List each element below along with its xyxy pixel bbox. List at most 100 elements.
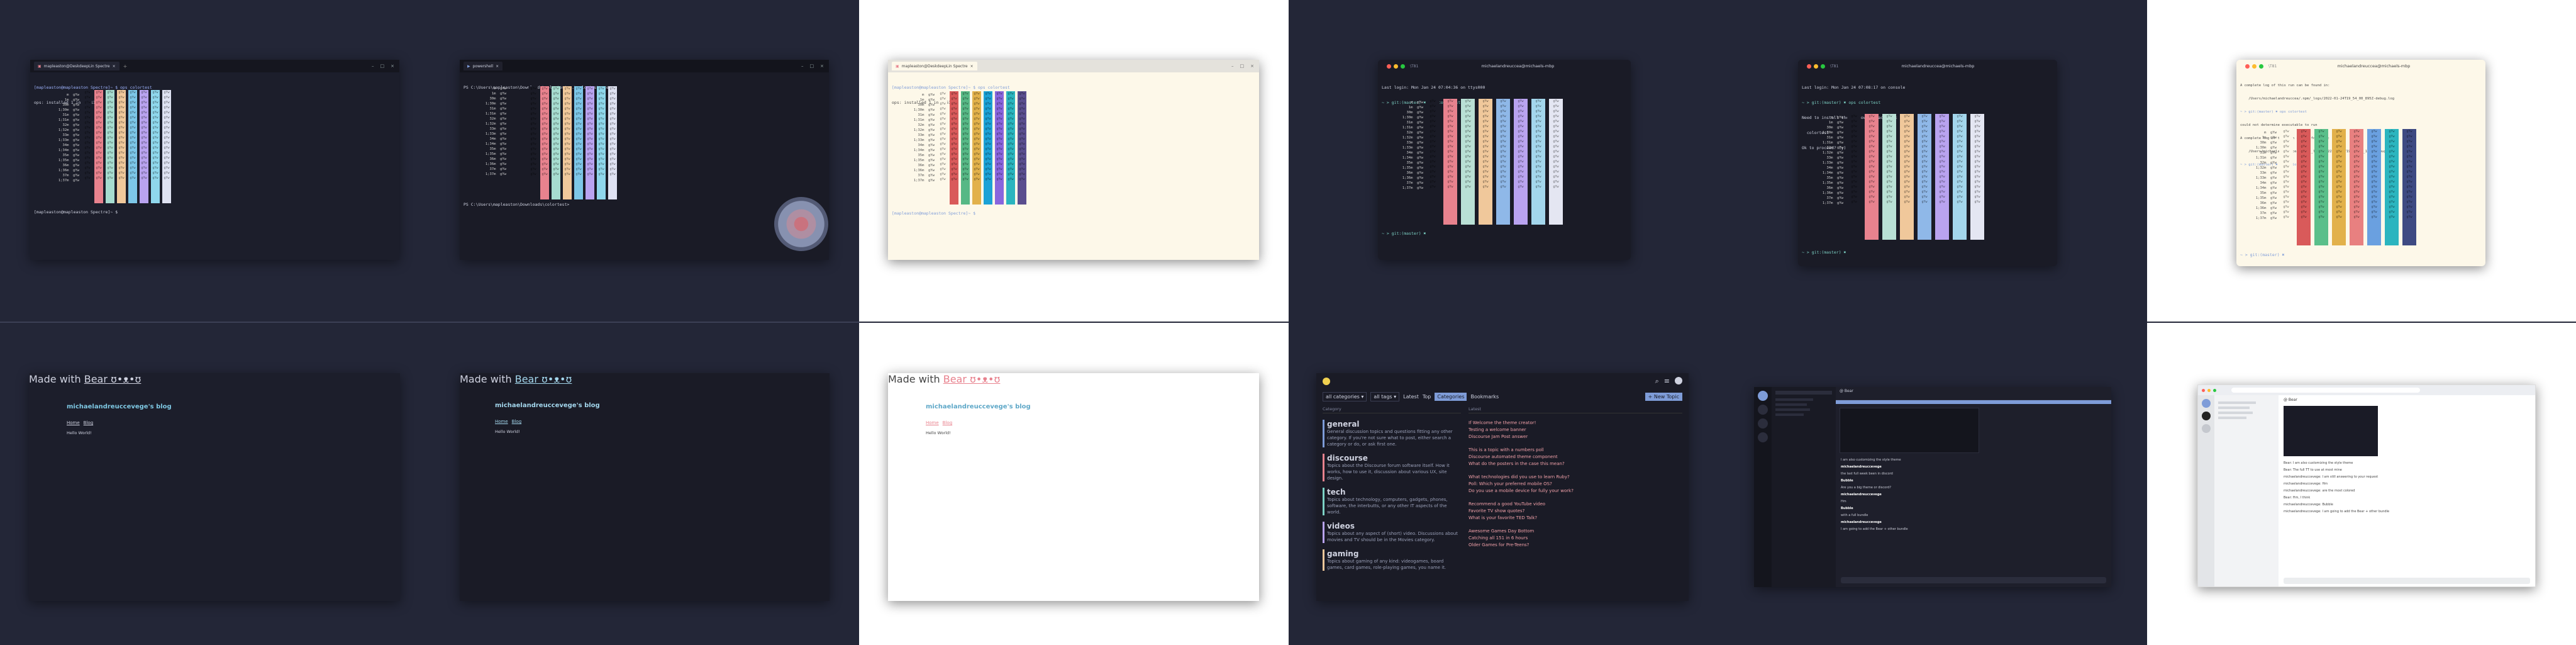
topic-link[interactable]: Testing a welcome banner	[1468, 427, 1682, 434]
topic-link[interactable]: Awesome Games Day Bottom	[1468, 528, 1682, 535]
zoom-light-icon[interactable]	[1401, 64, 1405, 69]
color-column-43m: gYw gYw gYw gYw gYw gYw gYw gYw gYw gYw …	[2332, 129, 2346, 245]
close-icon[interactable]: ×	[113, 64, 116, 69]
close-window-icon[interactable]: ×	[1250, 64, 1254, 69]
color-sample-text: gYw gYw gYw gYw gYw gYw gYw gYw gYw gYw …	[2353, 130, 2360, 219]
forum-nav: all categories ▾ all tags ▾ Latest Top C…	[1316, 390, 1689, 404]
server-icon[interactable]	[2202, 412, 2211, 420]
color-sample-text: gYw gYw gYw gYw gYw gYw gYw gYw gYw gYw …	[84, 91, 91, 180]
category-filter[interactable]: all categories ▾	[1323, 392, 1367, 401]
minimize-light-icon[interactable]	[2207, 388, 2211, 392]
message: Hm	[1841, 500, 1846, 503]
topic-link[interactable]: Discourse automated theme component	[1468, 454, 1682, 461]
terminal-body[interactable]: PS C:\Users\mapleaston\Downloads\colorte…	[460, 72, 829, 103]
shared-screenshot[interactable]	[1840, 408, 1979, 453]
topic-link[interactable]: What is your favorite TED Talk?	[1468, 515, 1682, 522]
bear-link[interactable]: Bear ʊ•ᴥ•ʊ	[515, 373, 572, 385]
nav-home-link[interactable]: Home	[495, 419, 508, 424]
tab-bookmarks[interactable]: Bookmarks	[1470, 394, 1499, 400]
zoom-light-icon[interactable]	[1821, 64, 1825, 69]
topic-link[interactable]: Poll: Which your preferred mobile OS?	[1468, 481, 1682, 488]
nav-home-link[interactable]: Home	[926, 420, 939, 425]
close-icon[interactable]: ×	[970, 64, 974, 69]
close-light-icon[interactable]	[2245, 64, 2250, 69]
avatar[interactable]	[1675, 377, 1682, 384]
minimize-light-icon[interactable]	[2252, 64, 2257, 69]
color-column-47m: gYw gYw gYw gYw gYw gYw gYw gYw gYw gYw …	[2402, 129, 2416, 245]
server-icon[interactable]	[1758, 432, 1768, 442]
tag-filter[interactable]: all tags ▾	[1370, 392, 1400, 401]
menu-icon[interactable]: ≡	[1664, 377, 1670, 386]
topic-link[interactable]: Catching all 151 in 6 hours	[1468, 535, 1682, 542]
topic-link[interactable]: Recommend a good YouTube video	[1468, 501, 1682, 508]
close-light-icon[interactable]	[1387, 64, 1391, 69]
topic-link[interactable]: Do you use a mobile device for fully you…	[1468, 488, 1682, 495]
category-general[interactable]: general General discussion topics and qu…	[1323, 420, 1461, 447]
topic-link[interactable]: Older Games for Pre-Teens?	[1468, 542, 1682, 549]
tab-categories[interactable]: Categories	[1435, 393, 1467, 401]
shared-screenshot[interactable]	[2284, 406, 2378, 456]
blog-title[interactable]: michaelandreuccevege's blog	[926, 403, 1031, 410]
tab-terminal[interactable]: ▣ mapleaston@DeskdeepLin Spectre ×	[34, 62, 119, 70]
topic-link[interactable]: What do the posters in the case this mea…	[1468, 461, 1682, 468]
blog-title[interactable]: michaelandreuccevege's blog	[67, 403, 172, 410]
zoom-light-icon[interactable]	[2213, 388, 2216, 392]
close-icon[interactable]: ×	[496, 64, 499, 69]
tab-bar: ▣ mapleaston@DeskdeepLin Spectre × – □ ×	[888, 60, 1259, 72]
maximize-icon[interactable]: □	[1240, 64, 1245, 69]
minimize-light-icon[interactable]	[1814, 64, 1818, 69]
category-name: videos	[1327, 522, 1355, 530]
server-icon[interactable]	[1758, 405, 1768, 415]
color-columns: gYw gYw gYw gYw gYw gYw gYw gYw gYw gYw …	[1426, 99, 1563, 225]
maximize-icon[interactable]: □	[810, 64, 814, 69]
search-icon[interactable]: ⌕	[1655, 377, 1659, 386]
tab-powershell[interactable]: ▶ powershell ×	[464, 62, 503, 70]
close-window-icon[interactable]: ×	[820, 64, 824, 69]
server-icon[interactable]	[2202, 424, 2211, 433]
nav-blog-link[interactable]: Blog	[512, 419, 521, 424]
new-topic-button[interactable]: + New Topic	[1645, 393, 1682, 401]
minimize-icon[interactable]: –	[372, 64, 374, 69]
nav-blog-link[interactable]: Blog	[84, 420, 93, 425]
server-icon[interactable]	[1758, 418, 1768, 429]
terminal-window-4: \T81 michaelandreuccea@michaels-mbp Last…	[1378, 60, 1631, 260]
nav-home-link[interactable]: Home	[67, 420, 80, 425]
home-icon[interactable]	[2202, 399, 2211, 408]
topic-link[interactable]: Favorite TV show quotes?	[1468, 508, 1682, 515]
category-videos[interactable]: videos Topics about any aspect of (short…	[1323, 522, 1461, 543]
maximize-icon[interactable]: □	[380, 64, 385, 69]
channel-header: @ Bear	[2284, 398, 2530, 402]
zoom-light-icon[interactable]	[2259, 64, 2263, 69]
category-gaming[interactable]: gaming Topics about gaming of any kind: …	[1323, 549, 1461, 571]
close-light-icon[interactable]	[1807, 64, 1811, 69]
nav-blog-link[interactable]: Blog	[943, 420, 952, 425]
minimize-icon[interactable]: –	[1231, 64, 1234, 69]
category-tech[interactable]: tech Topics about technology, computers,…	[1323, 488, 1461, 515]
address-bar[interactable]	[2231, 388, 2420, 393]
tab-terminal[interactable]: ▣ mapleaston@DeskdeepLin Spectre ×	[892, 62, 977, 70]
close-light-icon[interactable]	[2202, 388, 2205, 392]
site-logo[interactable]	[1323, 378, 1330, 385]
color-sample-text: gYw gYw gYw gYw gYw gYw gYw gYw gYw gYw …	[118, 91, 125, 180]
home-icon[interactable]	[1758, 391, 1768, 401]
minimize-icon[interactable]: –	[801, 64, 804, 69]
color-sample-text: gYw gYw gYw gYw gYw gYw gYw gYw gYw gYw …	[2283, 130, 2289, 219]
tab-latest[interactable]: Latest	[1403, 394, 1419, 400]
topic-link[interactable]: Discourse Jam Post answer	[1468, 434, 1682, 440]
message: michaelandreuccevege	[1841, 493, 1882, 496]
made-with-text: Made with	[29, 373, 81, 385]
category-discourse[interactable]: discourse Topics about the Discourse for…	[1323, 454, 1461, 481]
bear-link[interactable]: Bear ʊ•ᴥ•ʊ	[84, 373, 142, 385]
message-input[interactable]	[2284, 578, 2530, 584]
blog-title[interactable]: michaelandreuccevege's blog	[495, 402, 600, 409]
minimize-light-icon[interactable]	[1394, 64, 1398, 69]
window-title: michaelandreuccea@michaels-mbp	[2337, 64, 2411, 69]
bear-link[interactable]: Bear ʊ•ᴥ•ʊ	[943, 373, 1001, 385]
new-tab-icon[interactable]: +	[123, 64, 128, 69]
tab-top[interactable]: Top	[1423, 394, 1431, 400]
topic-link[interactable]: What technologies did you use to learn R…	[1468, 474, 1682, 481]
topic-link[interactable]: If Welcome the theme creator!	[1468, 420, 1682, 427]
topic-link[interactable]: This is a topic with a numbers poll	[1468, 447, 1682, 454]
message-input[interactable]	[1841, 577, 2106, 583]
close-window-icon[interactable]: ×	[391, 64, 394, 69]
